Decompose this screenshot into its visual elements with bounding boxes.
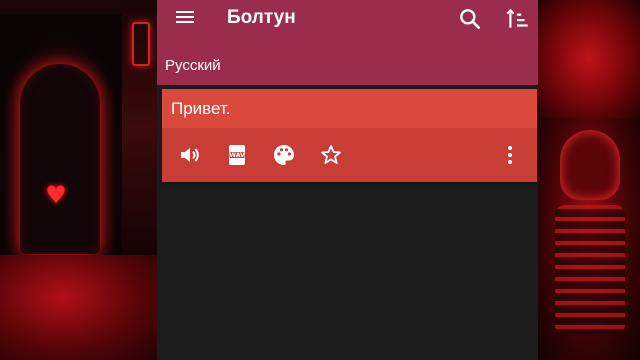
palette-icon[interactable] [272, 143, 296, 167]
heart-icon: ♥ [45, 181, 67, 209]
hooded-figure-image [20, 64, 100, 254]
wav-file-icon[interactable]: WAV [225, 143, 249, 167]
app-window: Болтун Русский Привет. WAV [157, 0, 538, 360]
language-selector[interactable]: Русский [165, 57, 221, 74]
search-icon[interactable] [457, 6, 483, 32]
skull-image [560, 130, 620, 200]
hamburger-menu-icon[interactable] [173, 8, 197, 28]
phrase-card[interactable]: Привет. WAV [162, 89, 537, 182]
wallpaper-red-hands [0, 255, 157, 360]
speaker-icon[interactable] [178, 143, 202, 167]
wallpaper-hooded-figure: ♥ [0, 14, 122, 276]
wallpaper-tile [122, 0, 157, 255]
more-vert-icon[interactable] [498, 143, 522, 167]
skeleton-ribs-image [555, 205, 625, 335]
app-title: Болтун [227, 7, 296, 28]
star-outline-icon[interactable] [319, 143, 343, 167]
phrase-actions-bar: WAV [162, 128, 537, 182]
wav-label: WAV [229, 152, 245, 159]
phrase-text: Привет. [171, 99, 231, 118]
neon-sign-image [132, 22, 150, 66]
wallpaper-red-umbrellas [538, 0, 640, 118]
sort-icon[interactable] [505, 6, 531, 32]
toolbar: Болтун Русский [157, 0, 538, 85]
